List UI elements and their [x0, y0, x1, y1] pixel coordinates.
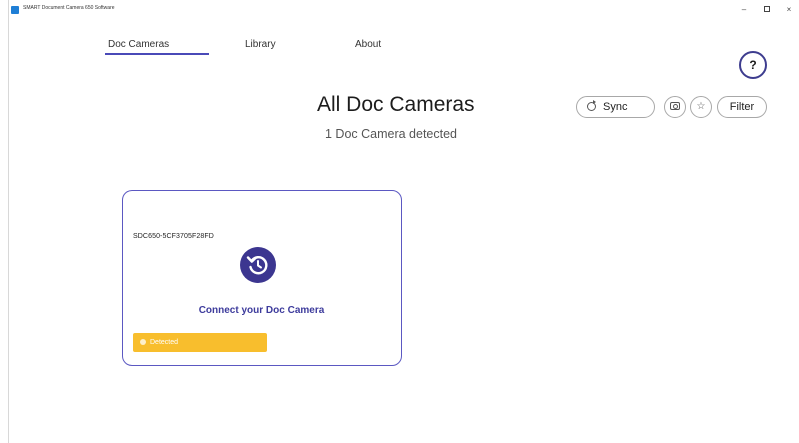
sync-icon — [587, 100, 596, 111]
filter-button[interactable]: Filter — [717, 96, 767, 118]
doc-camera-card[interactable]: SDC650-5CF3705F28FD Connect your Doc Cam… — [122, 190, 402, 366]
reconnect-arrow-icon — [246, 256, 268, 275]
app-window: SMART Document Camera 650 Software – × D… — [8, 0, 799, 443]
tab-about[interactable]: About — [355, 39, 381, 50]
active-tab-indicator — [105, 53, 209, 55]
maximize-icon — [764, 6, 770, 12]
connect-icon[interactable] — [240, 247, 276, 283]
minimize-button[interactable]: – — [737, 4, 751, 16]
page-title: All Doc Cameras — [317, 93, 475, 116]
title-bar: SMART Document Camera 650 Software – × — [9, 0, 799, 22]
help-button[interactable]: ? — [739, 51, 767, 79]
tab-library[interactable]: Library — [245, 39, 276, 50]
detected-count: 1 Doc Camera detected — [325, 127, 458, 141]
window-title: SMART Document Camera 650 Software — [23, 5, 115, 11]
capture-button[interactable] — [664, 96, 686, 118]
camera-icon — [670, 102, 680, 110]
tab-doc-cameras[interactable]: Doc Cameras — [108, 39, 169, 50]
close-button[interactable]: × — [782, 4, 796, 16]
status-badge: Detected — [133, 333, 267, 352]
star-icon: ☆ — [696, 101, 706, 112]
maximize-button[interactable] — [760, 4, 774, 16]
status-label: Detected — [150, 339, 179, 346]
connect-link[interactable]: Connect your Doc Camera — [123, 305, 400, 316]
sync-label: Sync — [603, 101, 628, 113]
device-id: SDC650-5CF3705F28FD — [133, 233, 214, 240]
favorites-button[interactable]: ☆ — [690, 96, 712, 118]
sync-button[interactable]: Sync — [576, 96, 655, 118]
status-dot-icon — [140, 339, 146, 345]
app-icon — [11, 6, 19, 14]
